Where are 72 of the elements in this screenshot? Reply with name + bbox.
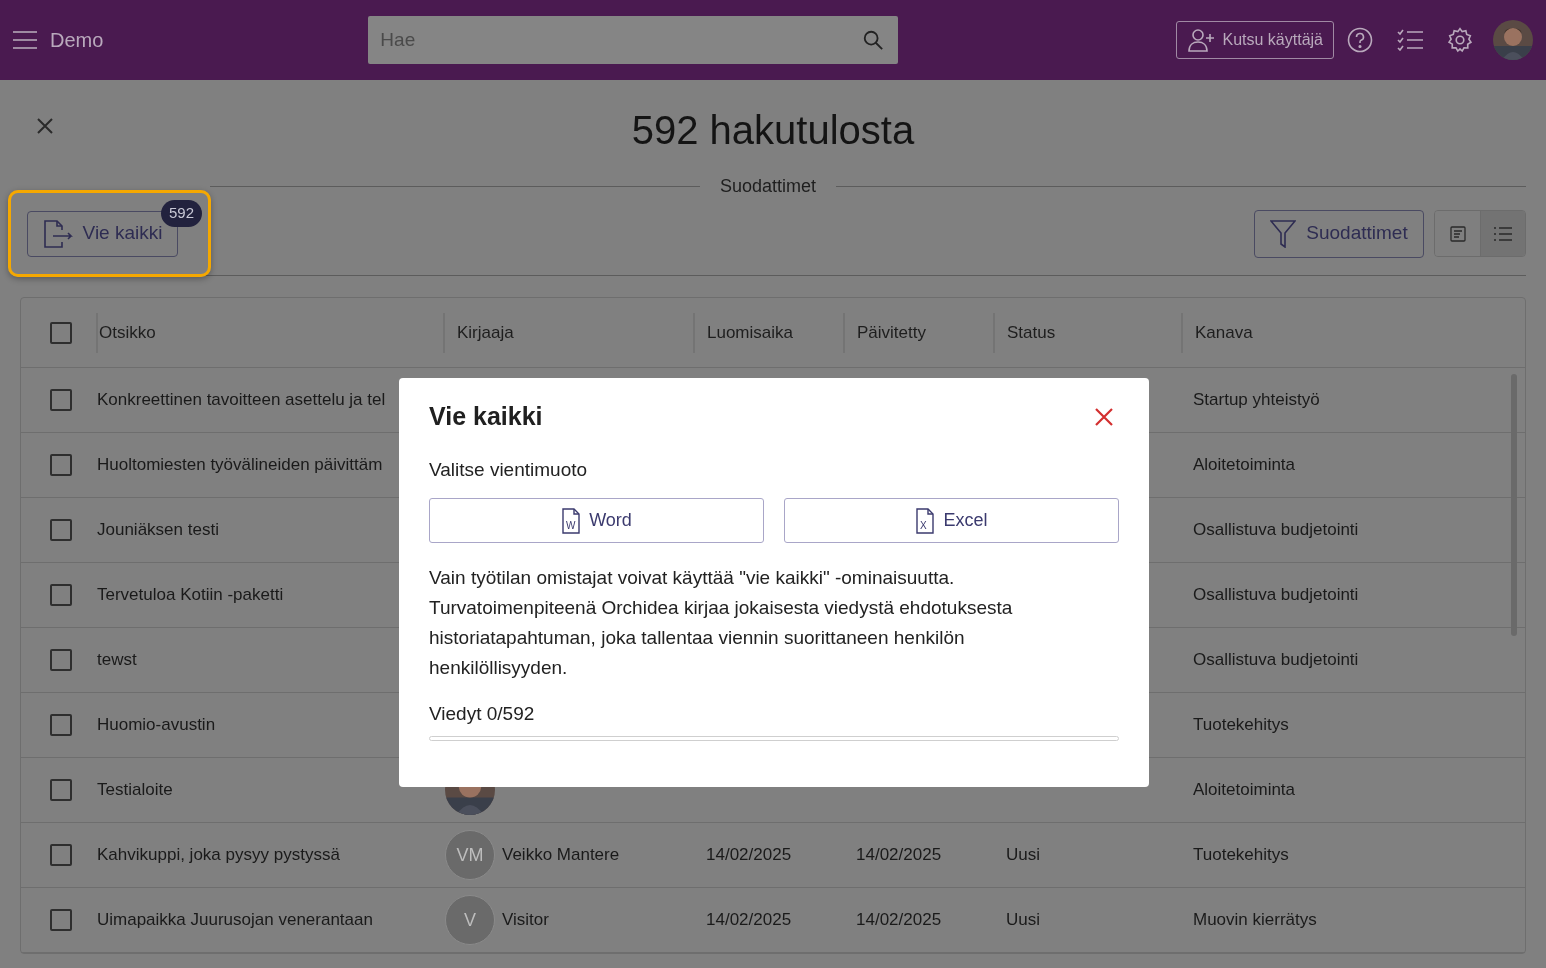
file-icon: W xyxy=(561,507,582,534)
updated-date: 14/02/2025 xyxy=(856,910,942,930)
row-checkbox[interactable] xyxy=(50,454,72,476)
select-all-checkbox[interactable] xyxy=(50,321,72,344)
list-view-button[interactable] xyxy=(1480,211,1525,256)
title-cell[interactable]: Huoltomiesten työvälineiden päivittäm xyxy=(97,455,383,475)
row-checkbox[interactable] xyxy=(50,714,72,736)
column-header[interactable]: Status xyxy=(1007,319,1056,346)
close-icon[interactable] xyxy=(1095,407,1113,426)
invite-user-button[interactable]: Kutsu käyttäjä xyxy=(1175,21,1334,59)
status-text: Uusi xyxy=(1006,910,1040,930)
channel-cell: Osallistuva budjetointi xyxy=(1193,520,1359,540)
created-date: 14/02/2025 xyxy=(706,910,792,930)
progress-label: Viedyt 0/592 xyxy=(429,702,536,726)
search-icon[interactable] xyxy=(862,29,885,51)
author-name: Visitor xyxy=(502,909,549,932)
column-header[interactable]: Luomisaika xyxy=(707,319,793,346)
format-prompt: Valitse vientimuoto xyxy=(429,457,589,482)
author-avatar: V xyxy=(445,895,495,945)
results-title: 592 hakutulosta xyxy=(631,107,915,154)
title-cell[interactable]: Uimapaikka Juurusojan venerantaan xyxy=(97,910,373,930)
count-badge: 592 xyxy=(160,200,202,227)
export-notice: Vain työtilan omistajat voivat käyttää "vie kaikki" -ominaisuutta. Turvatoimenpiteenä Orchidea kirjaa jokaisesta viedystä ehdotuksesta historiatapahtuman, joka tallentaa viennin suorittaneen henkilön henkilöllisyyden. xyxy=(429,566,1014,680)
column-header[interactable]: Päivitetty xyxy=(857,319,926,346)
checklist-icon[interactable] xyxy=(1397,29,1423,51)
dialog-title: Vie kaikki xyxy=(429,401,543,432)
channel-cell: Muovin kierrätys xyxy=(1193,910,1317,930)
author-avatar: VM xyxy=(445,830,495,880)
column-header[interactable]: Kirjaaja xyxy=(457,319,514,346)
status-text: Uusi xyxy=(1006,845,1040,865)
author-name: Veikko Mantere xyxy=(502,844,620,867)
column-header[interactable]: Kanava xyxy=(1195,319,1253,346)
channel-cell: Startup yhteistyö xyxy=(1193,390,1320,410)
document-icon xyxy=(1449,225,1466,242)
file-export-icon xyxy=(42,219,73,248)
channel-cell: Osallistuva budjetointi xyxy=(1193,585,1359,605)
list-icon xyxy=(1494,226,1512,241)
filters-heading: Suodattimet xyxy=(719,174,818,198)
row-checkbox[interactable] xyxy=(50,909,72,931)
row-checkbox[interactable] xyxy=(50,649,72,671)
row-checkbox[interactable] xyxy=(50,389,72,411)
title-cell[interactable]: Konkreettinen tavoitteen asettelu ja tel xyxy=(97,390,386,410)
help-icon[interactable] xyxy=(1347,27,1373,53)
row-checkbox[interactable] xyxy=(50,519,72,541)
title-cell[interactable]: Jouniäksen testi xyxy=(97,520,219,540)
close-icon[interactable] xyxy=(37,118,53,134)
add-user-icon xyxy=(1186,28,1215,52)
row-checkbox[interactable] xyxy=(50,844,72,866)
title-cell[interactable]: Huomio-avustin xyxy=(97,715,216,735)
channel-cell: Tuotekehitys xyxy=(1193,715,1289,735)
export-format-button[interactable]: W Word xyxy=(429,498,764,543)
title-cell[interactable]: tewst xyxy=(97,650,137,670)
channel-cell: Osallistuva budjetointi xyxy=(1193,650,1359,670)
filter-icon xyxy=(1270,219,1297,248)
channel-cell: Aloitetoiminta xyxy=(1193,455,1296,475)
channel-cell: Tuotekehitys xyxy=(1193,845,1289,865)
export-format-button[interactable]: X Excel xyxy=(784,498,1119,543)
row-checkbox[interactable] xyxy=(50,584,72,606)
brand-name[interactable]: Demo xyxy=(50,25,104,55)
filters-button[interactable]: Suodattimet xyxy=(1254,209,1424,258)
menu-icon[interactable] xyxy=(13,30,37,50)
row-checkbox[interactable] xyxy=(50,779,72,801)
updated-date: 14/02/2025 xyxy=(856,845,942,865)
column-header[interactable]: Otsikko xyxy=(99,319,156,346)
file-icon: X xyxy=(915,507,936,534)
settings-icon[interactable] xyxy=(1447,27,1473,53)
title-cell[interactable]: Tervetuloa Kotiin -paketti xyxy=(97,585,284,605)
created-date: 14/02/2025 xyxy=(706,845,792,865)
channel-cell: Aloitetoiminta xyxy=(1193,780,1296,800)
search-field[interactable]: Hae xyxy=(368,16,899,64)
title-cell[interactable]: Testialoite xyxy=(97,780,173,800)
title-cell[interactable]: Kahvikuppi, joka pysyy pystyssä xyxy=(97,845,340,865)
